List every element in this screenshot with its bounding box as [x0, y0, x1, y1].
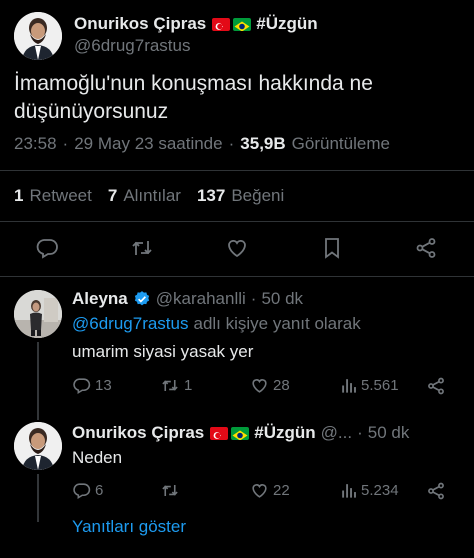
reply2-like-action[interactable]: 22	[250, 481, 290, 500]
reply1-time[interactable]: 50 dk	[261, 289, 303, 309]
main-author-suffix: #Üzgün	[256, 14, 318, 33]
reply1-likes-count: 28	[273, 377, 290, 394]
reply-icon[interactable]	[35, 236, 59, 260]
views-icon	[340, 376, 357, 395]
reply1-views-count: 5.561	[361, 377, 399, 394]
main-tweet-text-line1: İmamoğlu'nun konuşması hakkında ne	[14, 72, 373, 95]
views-icon	[340, 481, 357, 500]
reply2-views-count: 5.234	[361, 482, 399, 499]
main-tweet-date[interactable]: 29 May 23 saatinde	[74, 134, 222, 154]
engagement-stats: 1 Retweet 7 Alıntılar 137 Beğeni	[14, 186, 284, 206]
reply2-text: Neden	[72, 448, 123, 467]
reply1-author-handle[interactable]: @karahanlli	[156, 289, 246, 309]
retweet-icon[interactable]	[130, 236, 154, 260]
like-icon[interactable]	[225, 236, 249, 260]
reply2-author-handle[interactable]: @...	[321, 423, 352, 443]
main-author-avatar[interactable]	[14, 12, 62, 60]
reply2-views-action[interactable]: 5.234	[340, 481, 399, 500]
views-label: Görüntüleme	[291, 134, 390, 153]
reply2-time[interactable]: 50 dk	[368, 423, 410, 443]
thread-line	[37, 474, 39, 522]
like-icon	[250, 481, 269, 500]
share-icon[interactable]	[426, 376, 446, 396]
divider	[0, 170, 474, 171]
divider	[0, 221, 474, 222]
reply2-dot: ·	[357, 423, 363, 442]
reply1-reply-action[interactable]: 13	[72, 376, 112, 395]
reply1-replies-count: 13	[95, 377, 112, 394]
reply2-reply-action[interactable]: 6	[72, 481, 103, 500]
main-tweet-text-line2: düşünüyorsunuz	[14, 100, 169, 123]
reply2-author-name[interactable]: Onurikos Çipras	[72, 423, 204, 443]
reply2-retweet-action[interactable]	[160, 481, 184, 500]
reply1-mention-link[interactable]: @6drug7rastus	[72, 314, 189, 334]
retweet-icon	[160, 481, 180, 500]
reply2-likes-count: 22	[273, 482, 290, 499]
reply1-like-action[interactable]: 28	[250, 376, 290, 395]
share-icon[interactable]	[426, 481, 446, 501]
likes-label[interactable]: Beğeni	[231, 186, 284, 206]
retweets-label[interactable]: Retweet	[29, 186, 91, 206]
share-icon[interactable]	[414, 236, 438, 260]
meta-dot: ·	[62, 134, 69, 153]
quotes-label[interactable]: Alıntılar	[123, 186, 181, 206]
meta-dot: ·	[228, 134, 235, 153]
reply1-author-avatar[interactable]	[14, 290, 62, 338]
like-icon	[250, 376, 269, 395]
reply1-author-name[interactable]: Aleyna	[72, 289, 128, 309]
show-replies-link[interactable]: Yanıtları göster	[72, 517, 186, 537]
main-author-handle[interactable]: @6drug7rastus	[74, 36, 191, 56]
reply2-author-suffix: #Üzgün	[254, 423, 316, 442]
brazil-flag-icon	[233, 17, 252, 31]
turkey-flag-icon	[212, 17, 231, 31]
reply-icon	[72, 481, 91, 500]
reply1-reply-to-label: adlı kişiye yanıt olarak	[193, 314, 361, 333]
main-tweet-text: İmamoğlu'nun konuşması hakkında ne düşün…	[14, 70, 373, 126]
reply2-author-avatar[interactable]	[14, 422, 62, 470]
divider	[0, 276, 474, 277]
reply-icon	[72, 376, 91, 395]
reply1-text: umarim siyasi yasak yer	[72, 342, 254, 361]
bookmark-icon[interactable]	[320, 236, 344, 260]
turkey-flag-icon	[210, 426, 229, 440]
main-tweet-meta: 23:58 · 29 May 23 saatinde · 35,9B Görün…	[14, 134, 390, 154]
reply2-replies-count: 6	[95, 482, 104, 499]
views-count: 35,9B	[240, 134, 286, 153]
likes-count[interactable]: 137	[197, 186, 225, 206]
main-author-name[interactable]: Onurikos Çipras	[74, 14, 206, 34]
reply1-dot: ·	[250, 289, 257, 308]
main-tweet-time[interactable]: 23:58	[14, 134, 57, 154]
verified-badge-icon	[133, 290, 151, 308]
retweets-count[interactable]: 1	[14, 186, 23, 206]
reply1-retweets-count: 1	[184, 377, 193, 394]
reply1-retweet-action[interactable]: 1	[160, 376, 192, 395]
retweet-icon	[160, 376, 180, 395]
quotes-count[interactable]: 7	[108, 186, 117, 206]
reply1-views-action[interactable]: 5.561	[340, 376, 399, 395]
thread-line	[37, 342, 39, 420]
brazil-flag-icon	[231, 426, 250, 440]
